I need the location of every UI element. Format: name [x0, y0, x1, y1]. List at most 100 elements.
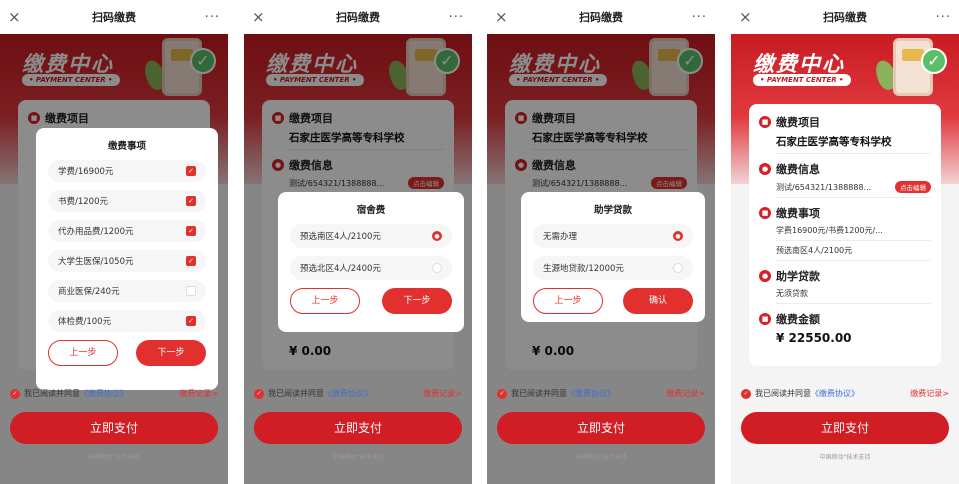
loan-summary[interactable]: 无须贷款: [776, 288, 931, 304]
fees-value: 学费16900元/书费1200元/...: [776, 226, 883, 235]
checkbox-checked-icon[interactable]: ✓: [186, 316, 196, 326]
close-icon[interactable]: ×: [8, 8, 30, 26]
window-title: 扫码缴费: [579, 11, 623, 24]
fee-option[interactable]: 商业医保/240元: [48, 280, 206, 302]
fees-summary[interactable]: 学费16900元/书费1200元/...: [776, 225, 931, 241]
check-illustration-icon: ✓: [921, 48, 947, 74]
next-button[interactable]: 下一步: [382, 288, 452, 314]
modal-actions: 上一步 下一步: [48, 340, 206, 366]
radio-unselected-icon[interactable]: [432, 263, 442, 273]
checkbox-checked-icon[interactable]: ✓: [186, 196, 196, 206]
support-text: 中国移动"技术支持: [575, 454, 627, 461]
fee-option[interactable]: 书费/1200元 ✓: [48, 190, 206, 212]
pay-now-button[interactable]: 立即支付: [497, 412, 705, 444]
title-bar: × 扫码缴费 ···: [487, 0, 715, 34]
agree-check-icon[interactable]: ✓: [254, 388, 264, 399]
agreement-link[interactable]: 《缴费协议》: [811, 388, 859, 399]
next-button[interactable]: 下一步: [136, 340, 206, 366]
support-text: 中国移动"技术支持: [819, 454, 871, 461]
loan-icon: ●: [759, 270, 771, 282]
close-icon[interactable]: ×: [495, 8, 517, 26]
agreement-link[interactable]: 《缴费协议》: [80, 388, 128, 399]
school-name: 石家庄医学高等专科学校: [776, 134, 931, 154]
pay-now-button[interactable]: 立即支付: [741, 412, 949, 444]
record-link[interactable]: 缴费记录>: [910, 388, 949, 399]
fee-option[interactable]: 代办用品费/1200元 ✓: [48, 220, 206, 242]
agree-check-icon[interactable]: ✓: [741, 388, 751, 399]
loan-value: 无须贷款: [776, 289, 808, 298]
agree-text: 我已阅读并同意: [755, 389, 811, 398]
info-value: 测试/654321/1388888...: [776, 182, 872, 192]
option-label: 生源地贷款/12000元: [543, 264, 624, 274]
more-icon[interactable]: ···: [198, 10, 220, 25]
dorm-summary[interactable]: 预选南区4人/2100元: [776, 245, 931, 261]
loan-option[interactable]: 生源地贷款/12000元: [533, 256, 693, 280]
title-bar: × 扫码缴费 ···: [0, 0, 228, 34]
fee-option[interactable]: 学费/16900元 ✓: [48, 160, 206, 182]
fee-option[interactable]: 体检费/100元 ✓: [48, 310, 206, 332]
checkbox-unchecked-icon[interactable]: [186, 286, 196, 296]
brand-subtitle: • PAYMENT CENTER •: [753, 74, 851, 86]
agreement-row: ✓ 我已阅读并同意 《缴费协议》 缴费记录>: [741, 388, 949, 399]
prev-button[interactable]: 上一步: [533, 288, 603, 314]
agreement-row: ✓ 我已阅读并同意 《缴费协议》 缴费记录>: [254, 388, 462, 399]
dorm-option[interactable]: 预选北区4人/2400元: [290, 256, 452, 280]
radio-selected-icon[interactable]: ●: [432, 231, 442, 241]
checkbox-checked-icon[interactable]: ✓: [186, 256, 196, 266]
phone-screen-4: × 扫码缴费 ··· 缴费中心 • PAYMENT CENTER • ✓ ■ 缴费…: [731, 0, 959, 484]
prev-button[interactable]: 上一步: [290, 288, 360, 314]
agree-text: 我已阅读并同意: [24, 389, 80, 398]
modal-actions: 上一步 下一步: [290, 288, 452, 314]
dorm-option[interactable]: 预选南区4人/2100元 ●: [290, 224, 452, 248]
section-label: 助学贷款: [776, 270, 820, 283]
option-label: 书费/1200元: [58, 197, 108, 207]
payment-form-card: ■ 缴费项目 石家庄医学高等专科学校 ● 缴费信息 测试/654321/138888…: [749, 104, 941, 366]
close-icon[interactable]: ×: [739, 8, 761, 26]
radio-unselected-icon[interactable]: [673, 263, 683, 273]
agree-check-icon[interactable]: ✓: [10, 388, 20, 399]
support-text: 中国移动"技术支持: [88, 454, 140, 461]
record-link[interactable]: 缴费记录>: [666, 388, 705, 399]
window-title: 扫码缴费: [336, 11, 380, 24]
option-label: 商业医保/240元: [58, 287, 120, 297]
radio-selected-icon[interactable]: ●: [673, 231, 683, 241]
user-icon: ●: [759, 163, 771, 175]
record-link[interactable]: 缴费记录>: [423, 388, 462, 399]
agreement-link[interactable]: 《缴费协议》: [324, 388, 372, 399]
checkbox-checked-icon[interactable]: ✓: [186, 226, 196, 236]
prev-button[interactable]: 上一步: [48, 340, 118, 366]
record-link[interactable]: 缴费记录>: [179, 388, 218, 399]
loan-option[interactable]: 无需办理 ●: [533, 224, 693, 248]
agree-text: 我已阅读并同意: [268, 389, 324, 398]
modal-title: 宿舍费: [356, 205, 386, 216]
modal-actions: 上一步 确认: [533, 288, 693, 314]
section-label: 缴费项目: [776, 116, 820, 129]
phone-screen-3: × 扫码缴费 ··· 缴费中心 • PAYMENT CENTER • ✓ ■ 缴费…: [487, 0, 715, 484]
window-title: 扫码缴费: [823, 11, 867, 24]
section-payment-item: ■ 缴费项目 石家庄医学高等专科学校: [759, 114, 931, 154]
amount-value: ¥ 22550.00: [776, 331, 852, 345]
section-label: 缴费金额: [776, 313, 820, 326]
edit-button[interactable]: 点击编辑: [895, 181, 931, 193]
checkbox-checked-icon[interactable]: ✓: [186, 166, 196, 176]
close-icon[interactable]: ×: [252, 8, 274, 26]
window-title: 扫码缴费: [92, 11, 136, 24]
more-icon[interactable]: ···: [685, 10, 707, 25]
phone-screen-2: × 扫码缴费 ··· 缴费中心 • PAYMENT CENTER • ✓ ■ 缴费…: [244, 0, 472, 484]
agree-check-icon[interactable]: ✓: [497, 388, 507, 399]
item-icon: ■: [759, 116, 771, 128]
fee-option[interactable]: 大学生医保/1050元 ✓: [48, 250, 206, 272]
agreement-link[interactable]: 《缴费协议》: [567, 388, 615, 399]
agreement-row: ✓ 我已阅读并同意 《缴费协议》 缴费记录>: [10, 388, 218, 399]
option-label: 大学生医保/1050元: [58, 257, 134, 267]
dorm-value: 预选南区4人/2100元: [776, 246, 853, 255]
loan-modal: 助学贷款 无需办理 ● 生源地贷款/12000元 上一步 确认: [521, 192, 705, 322]
option-label: 预选北区4人/2400元: [300, 264, 381, 274]
option-label: 代办用品费/1200元: [58, 227, 134, 237]
support-text: 中国移动"技术支持: [332, 454, 384, 461]
more-icon[interactable]: ···: [442, 10, 464, 25]
pay-now-button[interactable]: 立即支付: [254, 412, 462, 444]
more-icon[interactable]: ···: [929, 10, 951, 25]
pay-now-button[interactable]: 立即支付: [10, 412, 218, 444]
confirm-button[interactable]: 确认: [623, 288, 693, 314]
